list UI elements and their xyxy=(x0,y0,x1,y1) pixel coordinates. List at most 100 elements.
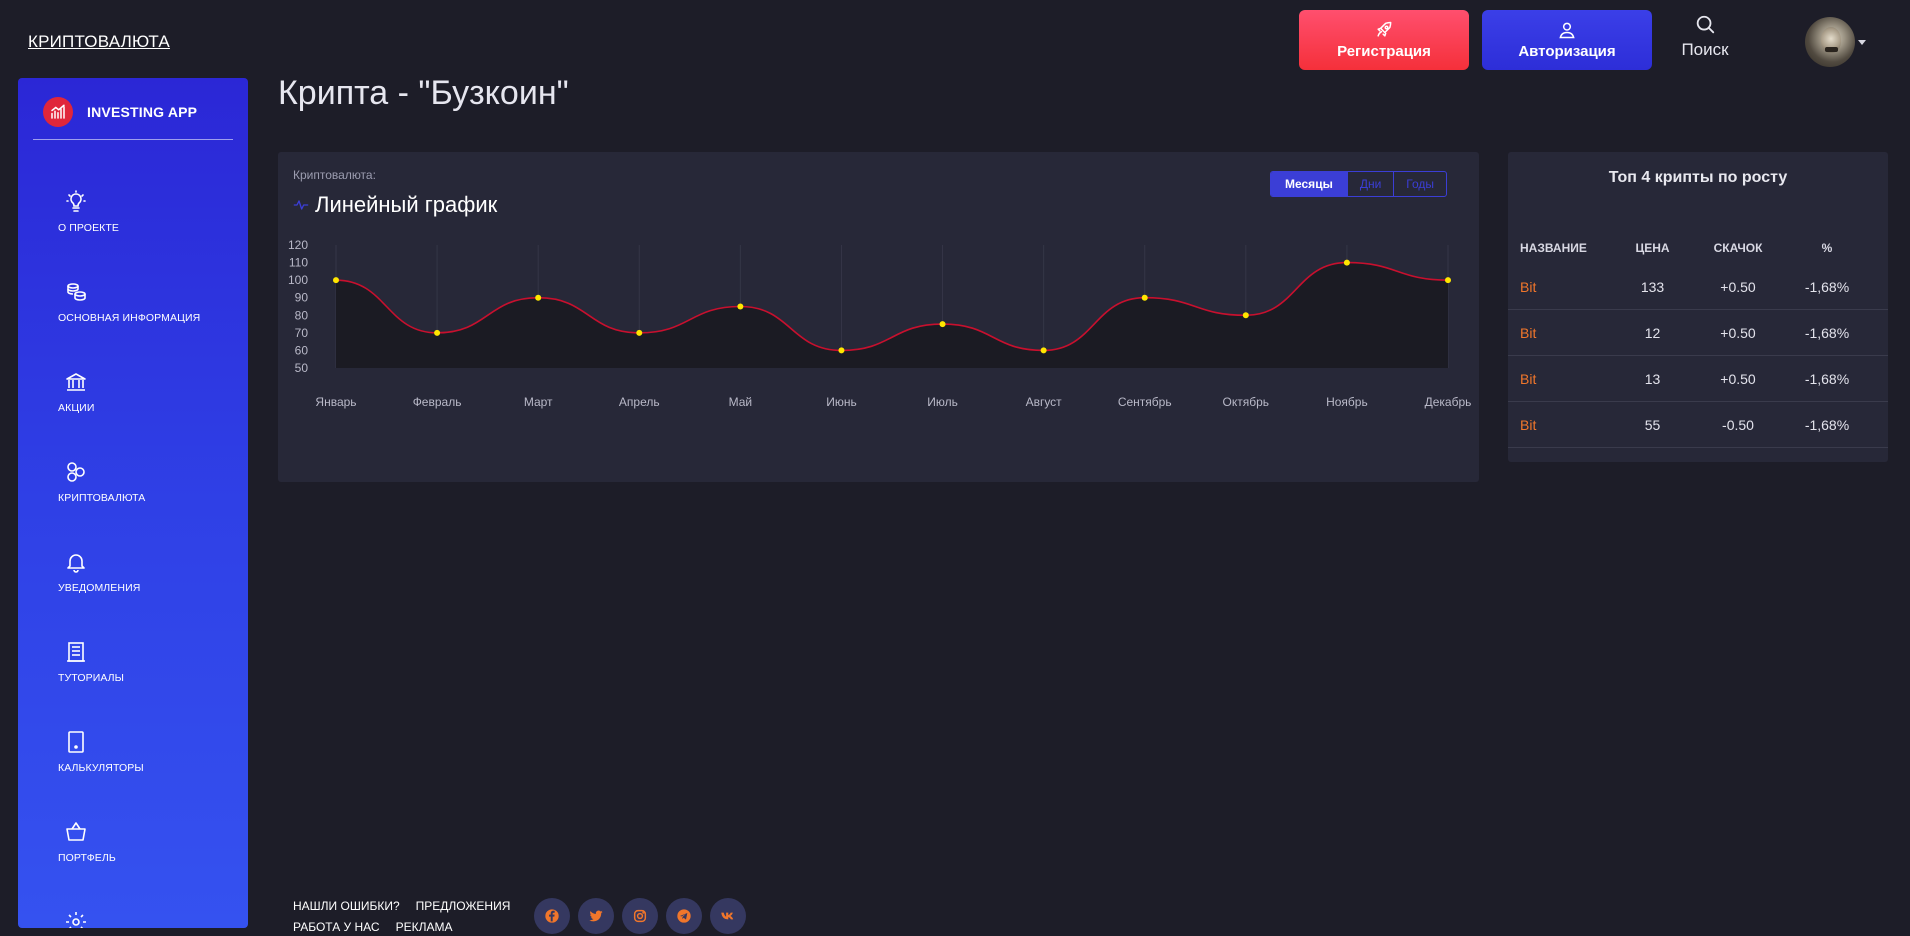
sidebar-item-calculators[interactable]: КАЛЬКУЛЯТОРЫ xyxy=(40,730,230,790)
footer-link-errors[interactable]: НАШЛИ ОШИБКИ? xyxy=(293,896,400,917)
sidebar-brand[interactable]: INVESTING APP xyxy=(33,78,233,140)
data-point xyxy=(535,294,542,301)
y-tick-label: 110 xyxy=(289,256,308,270)
crypto-icon xyxy=(67,462,85,482)
pulse-icon xyxy=(293,200,309,210)
facebook-icon[interactable] xyxy=(534,898,570,934)
sidebar-item-stocks[interactable]: АКЦИИ xyxy=(40,370,230,430)
cell-jump: +0.50 xyxy=(1720,324,1756,341)
top4-card: Топ 4 крипты по росту НАЗВАНИЕ ЦЕНА СКАЧ… xyxy=(1508,152,1888,462)
top4-title: Топ 4 крипты по росту xyxy=(1608,169,1788,186)
cell-jump: +0.50 xyxy=(1720,370,1756,387)
tab-years[interactable]: Годы xyxy=(1393,172,1446,196)
sidebar-item-notifications[interactable]: УВЕДОМЛЕНИЯ xyxy=(40,550,230,610)
col-jump: СКАЧОК xyxy=(1713,241,1763,255)
cell-percent: -1,68% xyxy=(1804,278,1850,295)
data-point xyxy=(434,329,441,336)
x-tick-label: Июнь xyxy=(826,395,857,409)
sidebar-item-main-info[interactable]: ОСНОВНАЯ ИНФОРМАЦИЯ xyxy=(40,280,230,340)
sidebar-item-crypto[interactable]: КРИПТОВАЛЮТА xyxy=(40,460,230,520)
area-fill xyxy=(336,262,1448,368)
tablet-icon xyxy=(68,731,84,753)
cell-name[interactable]: Bit xyxy=(1520,371,1615,387)
chevron-down-icon xyxy=(1858,39,1866,45)
footer-link-ads[interactable]: РЕКЛАМА xyxy=(396,917,453,936)
col-name: НАЗВАНИЕ xyxy=(1520,241,1587,255)
x-tick-label: Январь xyxy=(315,395,356,409)
tab-days[interactable]: Дни xyxy=(1346,172,1393,196)
document-icon xyxy=(67,642,85,662)
table-row[interactable]: Bit 133 +0.50 -1,68% xyxy=(1508,264,1888,310)
chart-subtitle: Криптовалюта: xyxy=(293,168,376,182)
sidebar-item-label: О ПРОЕКТЕ xyxy=(58,222,120,234)
y-tick-label: 120 xyxy=(288,238,308,252)
vk-icon[interactable] xyxy=(710,898,746,934)
data-point xyxy=(1040,347,1047,354)
cell-price: 12 xyxy=(1644,324,1661,341)
y-tick-label: 60 xyxy=(295,343,309,357)
chart-logo-icon xyxy=(43,96,73,127)
register-label: Регистрация xyxy=(1337,43,1431,60)
page-title: Крипта - "Бузкоин" xyxy=(278,74,569,112)
data-point xyxy=(1242,312,1249,319)
bank-icon xyxy=(66,373,86,391)
social-links xyxy=(534,898,746,934)
sidebar-item-label: КРИПТОВАЛЮТА xyxy=(58,492,146,504)
y-tick-label: 70 xyxy=(295,326,309,340)
cell-name[interactable]: Bit xyxy=(1520,325,1615,341)
footer-links: НАШЛИ ОШИБКИ? ПРЕДЛОЖЕНИЯ РАБОТА У НАС Р… xyxy=(293,896,510,936)
basket-icon xyxy=(66,822,86,841)
sidebar-item-about[interactable]: О ПРОЕКТЕ xyxy=(40,190,230,250)
table-header: НАЗВАНИЕ ЦЕНА СКАЧОК % xyxy=(1508,232,1888,264)
user-menu[interactable] xyxy=(1805,17,1867,67)
data-point xyxy=(1343,259,1350,266)
table-row[interactable]: Bit 12 +0.50 -1,68% xyxy=(1508,310,1888,356)
sidebar-item-tutorials[interactable]: ТУТОРИАЛЫ xyxy=(40,640,230,700)
data-point xyxy=(636,329,643,336)
col-price: ЦЕНА xyxy=(1635,241,1670,255)
footer-link-careers[interactable]: РАБОТА У НАС xyxy=(293,917,380,936)
login-label: Авторизация xyxy=(1518,43,1616,60)
register-button[interactable]: Регистрация xyxy=(1299,10,1469,70)
rocket-icon xyxy=(1377,21,1392,37)
login-button[interactable]: Авторизация xyxy=(1482,10,1652,70)
y-tick-label: 90 xyxy=(295,291,309,305)
cell-jump: +0.50 xyxy=(1720,278,1756,295)
coins-icon xyxy=(67,283,86,301)
gear-icon xyxy=(66,912,86,928)
x-tick-label: Март xyxy=(524,395,553,409)
cell-price: 133 xyxy=(1640,278,1665,295)
x-tick-label: Ноябрь xyxy=(1326,395,1368,409)
period-toggle: Месяцы Дни Годы xyxy=(1270,171,1448,197)
brand-link[interactable]: КРИПТОВАЛЮТА xyxy=(28,32,170,52)
avatar[interactable] xyxy=(1805,17,1855,67)
x-tick-label: Апрель xyxy=(619,395,660,409)
telegram-icon[interactable] xyxy=(666,898,702,934)
data-point xyxy=(737,303,744,310)
tab-months[interactable]: Месяцы xyxy=(1271,172,1347,196)
footer-link-suggestions[interactable]: ПРЕДЛОЖЕНИЯ xyxy=(416,896,511,917)
cell-name[interactable]: Bit xyxy=(1520,279,1615,295)
data-point xyxy=(1141,294,1148,301)
data-point xyxy=(1445,277,1451,284)
data-point xyxy=(333,277,339,284)
cell-price: 55 xyxy=(1644,416,1661,433)
sidebar-item-settings[interactable] xyxy=(40,910,230,928)
instagram-icon[interactable] xyxy=(622,898,658,934)
table-row[interactable]: Bit 13 +0.50 -1,68% xyxy=(1508,356,1888,402)
x-tick-label: Август xyxy=(1026,395,1063,409)
col-percent: % xyxy=(1821,241,1833,255)
x-tick-label: Сентябрь xyxy=(1118,395,1172,409)
data-point xyxy=(838,347,845,354)
y-tick-label: 100 xyxy=(288,273,308,287)
chart-title-text: Линейный график xyxy=(315,192,498,217)
twitter-icon[interactable] xyxy=(578,898,614,934)
cell-name[interactable]: Bit xyxy=(1520,417,1615,433)
x-tick-label: Октябрь xyxy=(1223,395,1270,409)
table-row[interactable]: Bit 55 -0.50 -1,68% xyxy=(1508,402,1888,448)
data-point xyxy=(939,321,946,328)
bell-icon xyxy=(67,554,85,573)
sidebar-item-portfolio[interactable]: ПОРТФЕЛЬ xyxy=(40,820,230,880)
top4-table: НАЗВАНИЕ ЦЕНА СКАЧОК % Bit 133 +0.50 -1,… xyxy=(1508,232,1888,448)
search-button[interactable]: Поиск xyxy=(1675,14,1735,64)
